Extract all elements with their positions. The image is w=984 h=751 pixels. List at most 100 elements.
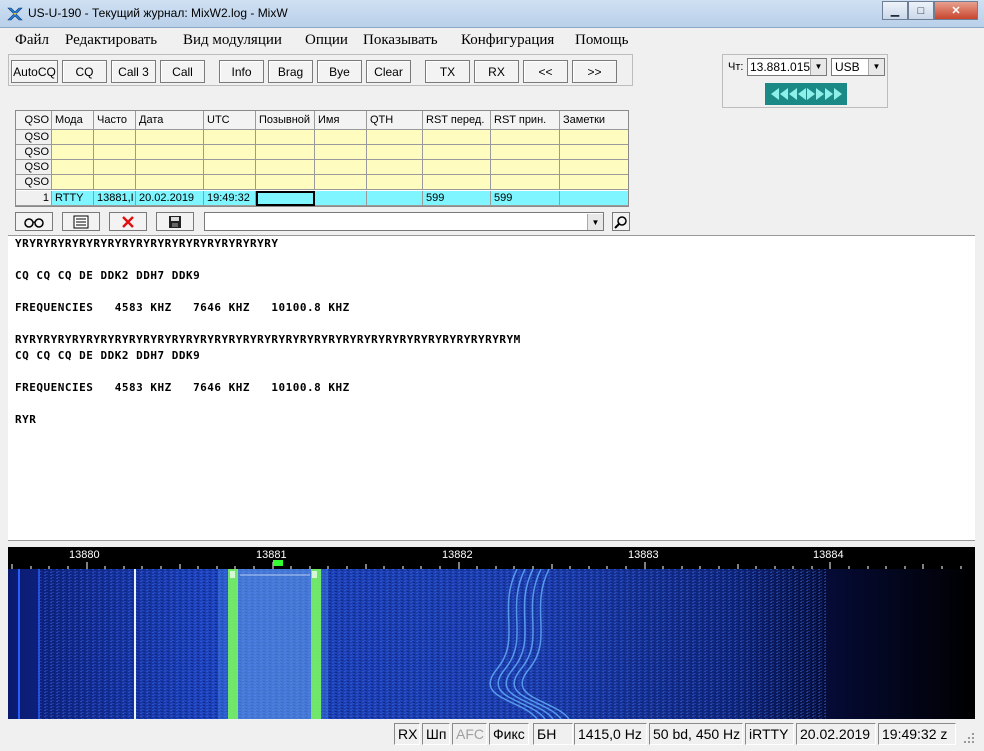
menu-help[interactable]: Помощь — [575, 32, 628, 49]
rx-line: CQ CQ CQ DE DDK2 DDH7 DDK9 — [15, 269, 201, 282]
qso-number: 1 — [16, 191, 52, 206]
status-offset[interactable]: 1415,0 Hz — [574, 723, 647, 745]
status-bandwidth[interactable]: 50 bd, 450 Hz — [649, 723, 743, 745]
column-header[interactable]: QSO — [16, 111, 52, 130]
menu-view[interactable]: Показывать — [363, 32, 438, 49]
notes-cell[interactable] — [560, 191, 628, 206]
edit-record-button[interactable] — [62, 212, 100, 231]
table-row[interactable]: QSO — [16, 160, 628, 175]
search-dropdown-icon[interactable]: ▼ — [587, 214, 603, 230]
column-header[interactable]: UTC — [204, 111, 256, 130]
call-button[interactable]: Call — [160, 60, 205, 83]
close-button[interactable]: ✕ — [934, 1, 978, 20]
status-rx[interactable]: RX — [394, 723, 420, 745]
glasses-icon — [24, 217, 44, 228]
waterfall-display[interactable]: 13880 13881 13882 13883 13884 — [8, 547, 975, 719]
menu-file[interactable]: Файл — [15, 32, 49, 49]
tune-right-icon[interactable] — [815, 88, 824, 100]
date-cell[interactable]: 20.02.2019 — [136, 191, 204, 206]
rst-received-cell[interactable]: 599 — [491, 191, 560, 206]
macro-toolbar: AutoCQ CQ Call 3 Call Info Brag Bye Clea… — [8, 54, 633, 86]
receive-text-window[interactable]: YRYRYRYRYRYRYRYRYRYRYRYRYRYRYRYRYRYRY CQ… — [8, 235, 975, 541]
log-toolbar: ▼ — [15, 211, 631, 233]
frequency-cell[interactable]: 13881,I — [94, 191, 136, 206]
tune-left-icon[interactable] — [770, 88, 779, 100]
column-header[interactable]: Заметки — [560, 111, 628, 130]
tune-right-icon[interactable] — [824, 88, 833, 100]
tune-arrows-icon[interactable] — [765, 83, 847, 105]
column-header[interactable]: Мода — [52, 111, 94, 130]
search-button[interactable] — [612, 212, 630, 231]
brag-button[interactable]: Brag — [268, 60, 313, 83]
autocq-button[interactable]: AutoCQ — [11, 60, 58, 83]
rx-line: RYR — [15, 413, 37, 426]
column-header[interactable]: RST перед. — [423, 111, 491, 130]
name-cell[interactable] — [315, 191, 367, 206]
clear-button[interactable]: Clear — [366, 60, 411, 83]
info-button[interactable]: Info — [219, 60, 264, 83]
callsign-cell[interactable] — [256, 191, 315, 206]
mixw-app-icon[interactable] — [7, 6, 23, 22]
sideband-value: USB — [835, 60, 860, 74]
magnifier-icon — [614, 215, 627, 229]
save-icon — [169, 215, 181, 228]
rx-line: CQ CQ CQ DE DDK2 DDH7 DDK9 — [15, 349, 201, 362]
qth-cell[interactable] — [367, 191, 423, 206]
tune-left-icon[interactable] — [779, 88, 788, 100]
minimize-button[interactable]: ▁ — [882, 1, 908, 20]
menu-config[interactable]: Конфигурация — [461, 32, 554, 49]
delete-icon — [122, 215, 134, 228]
frequency-value: 13.881.015 — [750, 60, 811, 74]
waterfall-spectrum[interactable] — [8, 569, 975, 719]
rst-sent-cell[interactable]: 599 — [423, 191, 491, 206]
maximize-button[interactable]: □ — [908, 1, 934, 20]
maximize-icon: □ — [917, 4, 925, 17]
save-record-button[interactable] — [156, 212, 194, 231]
column-header[interactable]: Дата — [136, 111, 204, 130]
table-row[interactable]: QSO — [16, 175, 628, 190]
table-row[interactable]: QSO — [16, 130, 628, 145]
tune-left-icon[interactable] — [788, 88, 797, 100]
column-header[interactable]: Имя — [315, 111, 367, 130]
column-header[interactable]: RST прин. — [491, 111, 560, 130]
frequency-panel: Чт: 13.881.015 ▼ USB ▼ — [722, 54, 888, 108]
call3-button[interactable]: Call 3 — [111, 60, 156, 83]
status-squelch[interactable]: Шп — [422, 723, 450, 745]
table-row[interactable]: QSO — [16, 145, 628, 160]
status-bn[interactable]: БН — [533, 723, 573, 745]
status-fix[interactable]: Фикс — [489, 723, 529, 745]
mode-cell[interactable]: RTTY — [52, 191, 94, 206]
tx-button[interactable]: TX — [425, 60, 470, 83]
resize-grip-icon[interactable] — [962, 731, 976, 745]
view-log-button[interactable] — [15, 212, 53, 231]
bye-button[interactable]: Bye — [317, 60, 362, 83]
row-label: QSO — [16, 130, 52, 145]
sideband-dropdown-icon[interactable]: ▼ — [868, 59, 884, 75]
table-row-current[interactable]: 1 RTTY 13881,I 20.02.2019 19:49:32 599 5… — [16, 191, 628, 206]
cq-button[interactable]: CQ — [62, 60, 107, 83]
log-search-input[interactable]: ▼ — [204, 212, 604, 231]
status-afc[interactable]: AFC — [452, 723, 487, 745]
frequency-input[interactable]: 13.881.015 ▼ — [747, 58, 827, 76]
menu-edit[interactable]: Редактировать — [65, 32, 157, 49]
prev-button[interactable]: << — [523, 60, 568, 83]
menu-options[interactable]: Опции — [305, 32, 348, 49]
tune-right-icon[interactable] — [806, 88, 815, 100]
delete-record-button[interactable] — [109, 212, 147, 231]
menu-mode[interactable]: Вид модуляции — [183, 32, 282, 49]
rx-button[interactable]: RX — [474, 60, 519, 83]
status-mode[interactable]: iRTTY — [745, 723, 794, 745]
frequency-dropdown-icon[interactable]: ▼ — [810, 59, 826, 75]
row-label: QSO — [16, 175, 52, 190]
frequency-label: Чт: — [728, 61, 744, 73]
utc-cell[interactable]: 19:49:32 — [204, 191, 256, 206]
next-button[interactable]: >> — [572, 60, 617, 83]
column-header[interactable]: Позывной — [256, 111, 315, 130]
frequency-scale[interactable]: 13880 13881 13882 13883 13884 — [8, 547, 975, 569]
sideband-select[interactable]: USB ▼ — [831, 58, 885, 76]
column-header[interactable]: QTH — [367, 111, 423, 130]
tune-right-icon[interactable] — [833, 88, 842, 100]
tune-left-icon[interactable] — [797, 88, 806, 100]
column-header[interactable]: Часто — [94, 111, 136, 130]
tuning-marker-icon — [273, 560, 283, 566]
